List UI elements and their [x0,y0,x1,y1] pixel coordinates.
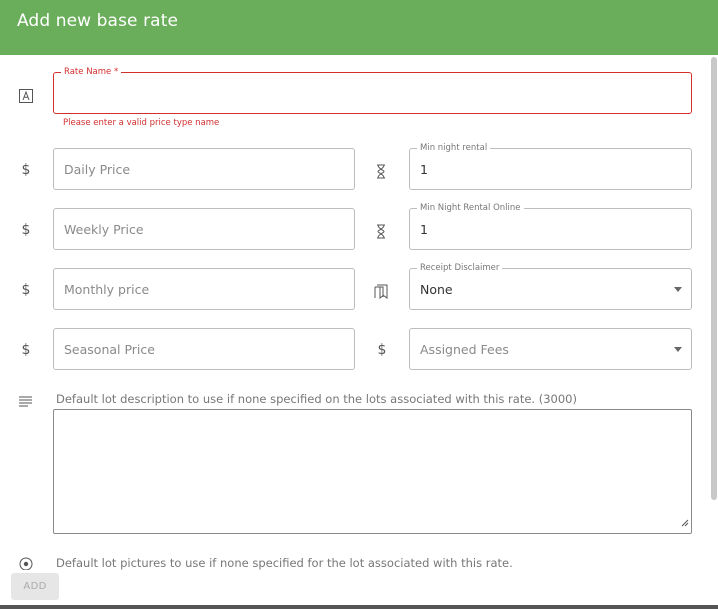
assigned-fees-select[interactable]: Assigned Fees [409,328,692,370]
add-button[interactable]: ADD [11,573,59,600]
text-field-icon [19,89,33,103]
receipt-disclaimer-label: Receipt Disclaimer [417,262,503,274]
weekly-price-input[interactable] [54,209,354,249]
daily-price-input[interactable] [54,149,354,189]
chevron-down-icon[interactable] [674,287,682,292]
min-night-rental-field[interactable]: Min night rental [409,142,692,190]
description-label: Default lot description to use if none s… [56,392,577,406]
receipt-disclaimer-select[interactable]: Receipt Disclaimer None [409,262,692,310]
image-icon [19,557,33,571]
notes-icon [19,396,32,407]
chevron-down-icon[interactable] [674,347,682,352]
resize-grip-icon[interactable] [681,512,689,531]
assigned-fees-placeholder: Assigned Fees [420,342,509,357]
seasonal-price-input[interactable] [54,329,354,369]
dollar-icon: $ [21,282,31,298]
description-textarea-container[interactable] [53,409,692,534]
footer-divider [0,605,718,609]
monthly-price-field[interactable] [53,268,355,310]
min-night-rental-online-field[interactable]: Min Night Rental Online [409,202,692,250]
receipt-disclaimer-value: None [420,282,453,297]
add-base-rate-dialog: Add new base rate Rate Name * Please ent… [0,0,718,609]
weekly-price-field[interactable] [53,208,355,250]
rate-name-error: Please enter a valid price type name [63,118,220,128]
rate-name-field[interactable]: Rate Name * [53,66,692,114]
description-textarea[interactable] [54,410,691,533]
seasonal-price-field[interactable] [53,328,355,370]
dialog-footer [0,570,718,605]
dollar-icon: $ [21,162,31,178]
bookmark-icon [374,284,388,299]
scrollbar-thumb[interactable] [711,57,717,500]
dollar-icon: $ [21,342,31,358]
monthly-price-input[interactable] [54,269,354,309]
rate-name-input[interactable] [54,73,691,113]
dollar-icon: $ [377,342,387,358]
dollar-icon: $ [21,222,31,238]
min-night-rental-input[interactable] [410,149,691,189]
pictures-label: Default lot pictures to use if none spec… [56,556,513,570]
min-night-rental-online-input[interactable] [410,209,691,249]
hourglass-icon [376,224,386,239]
dialog-title: Add new base rate [0,0,718,55]
hourglass-icon [376,164,386,179]
daily-price-field[interactable] [53,148,355,190]
